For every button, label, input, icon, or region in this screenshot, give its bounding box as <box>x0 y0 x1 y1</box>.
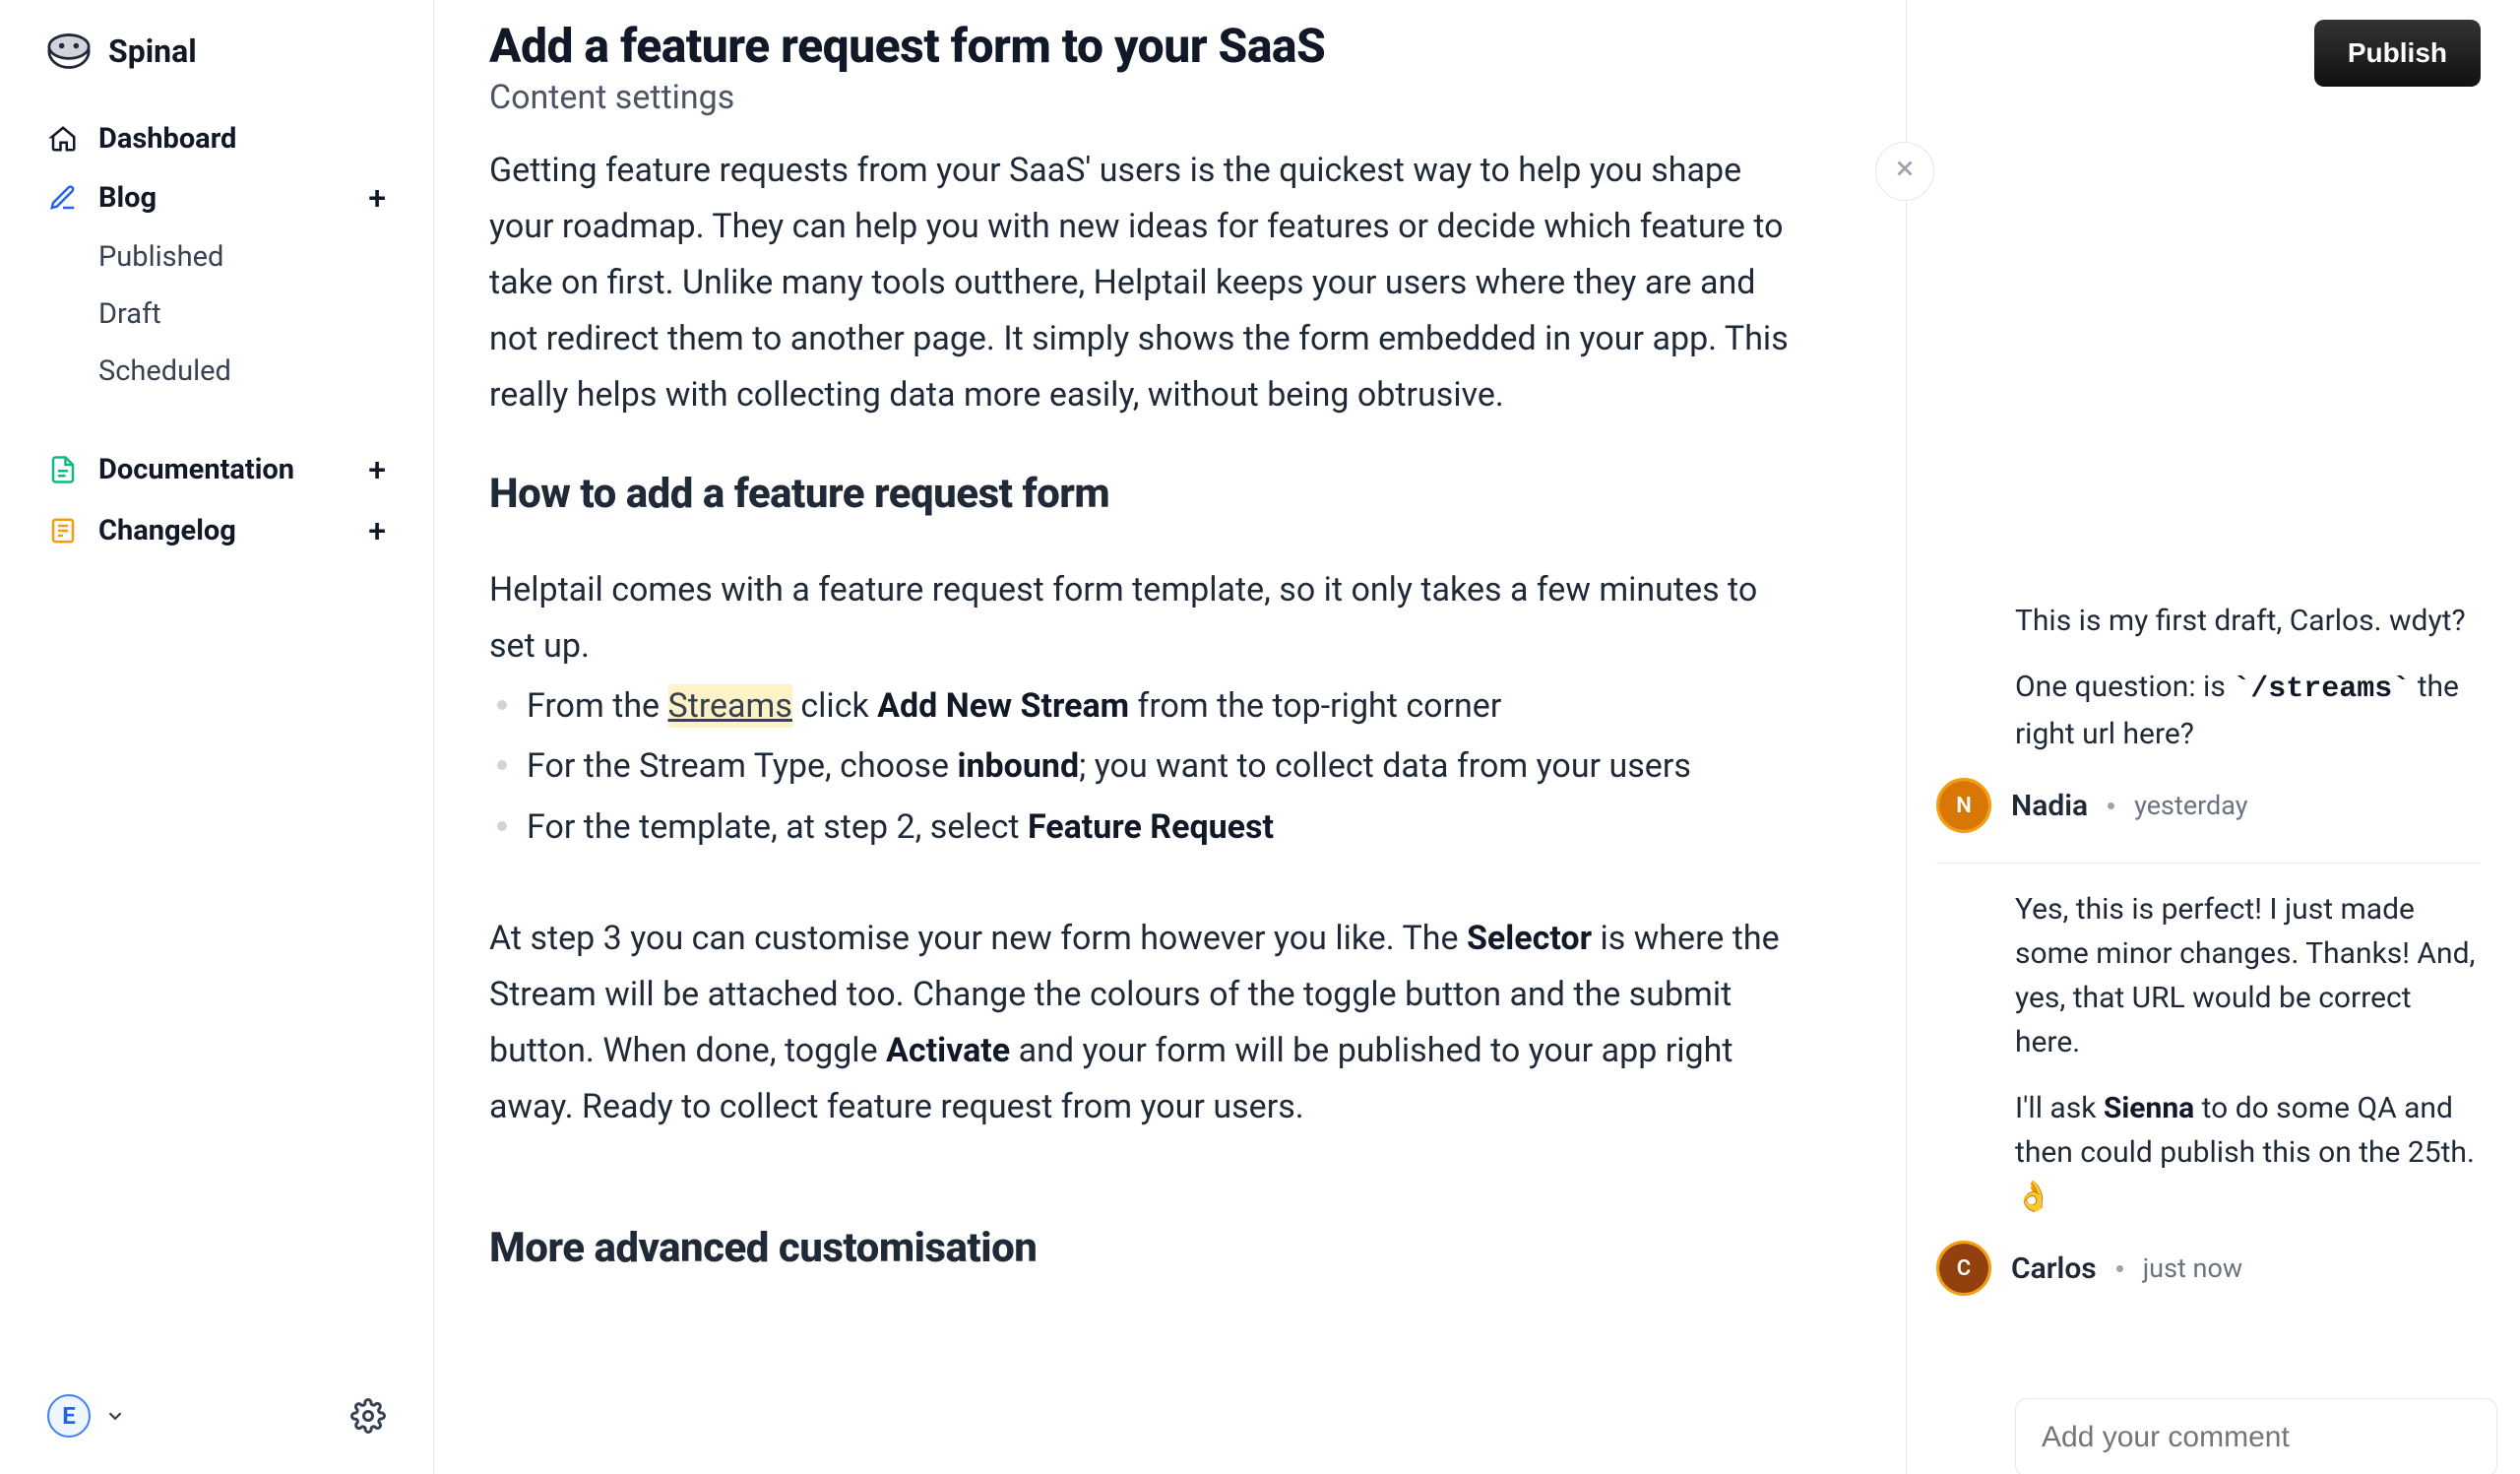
user-avatar: E <box>47 1394 91 1438</box>
plus-icon[interactable]: + <box>368 451 386 488</box>
sidebar-item-dashboard[interactable]: Dashboard <box>20 110 413 167</box>
comment-text: One question: is `/streams` the right ur… <box>2015 665 2481 756</box>
close-panel-button[interactable] <box>1875 142 1934 201</box>
sidebar-item-documentation[interactable]: Documentation + <box>20 439 413 500</box>
list-item[interactable]: For the Stream Type, choose inbound; you… <box>489 738 1811 795</box>
close-icon <box>1892 155 1918 189</box>
sidebar-subitem-draft[interactable]: Draft <box>20 286 413 343</box>
spinal-logo-icon <box>47 30 91 73</box>
publish-button[interactable]: Publish <box>2314 20 2481 87</box>
nav-label-dashboard: Dashboard <box>98 122 236 156</box>
nav-label-changelog: Changelog <box>98 514 236 547</box>
document-icon <box>47 454 79 485</box>
comment-author: Carlos <box>2011 1251 2097 1286</box>
dot-separator <box>2116 1265 2123 1272</box>
comment-author: Nadia <box>2011 789 2088 823</box>
comment-text: This is my first draft, Carlos. wdyt? <box>2015 599 2481 643</box>
document-title[interactable]: Add a feature request form to your SaaS <box>489 18 1811 74</box>
streams-link[interactable]: Streams <box>668 684 792 728</box>
editor-main: Add a feature request form to your SaaS … <box>434 0 1906 1474</box>
avatar: C <box>1936 1241 1991 1296</box>
nav-label-documentation: Documentation <box>98 453 294 486</box>
brand-name: Spinal <box>108 32 197 70</box>
edit-icon <box>47 182 79 214</box>
list-item[interactable]: From the Streams click Add New Stream fr… <box>489 678 1811 735</box>
user-menu[interactable]: E <box>47 1394 126 1438</box>
comment: This is my first draft, Carlos. wdyt? On… <box>1936 599 2481 864</box>
changelog-icon <box>47 515 79 546</box>
sidebar-item-changelog[interactable]: Changelog + <box>20 500 413 561</box>
plus-icon[interactable]: + <box>368 512 386 549</box>
list-item[interactable]: For the template, at step 2, select Feat… <box>489 800 1811 856</box>
comment-time: yesterday <box>2134 790 2247 821</box>
heading-how-to[interactable]: How to add a feature request form <box>489 460 1811 530</box>
dot-separator <box>2108 802 2114 809</box>
paragraph-template[interactable]: Helptail comes with a feature request fo… <box>489 562 1811 674</box>
sidebar-subitem-scheduled[interactable]: Scheduled <box>20 343 413 400</box>
sidebar-subitem-published[interactable]: Published <box>20 228 413 286</box>
settings-button[interactable] <box>350 1398 386 1434</box>
home-icon <box>47 123 79 155</box>
comment-text: I'll ask Sienna to do some QA and then c… <box>2015 1086 2481 1219</box>
document-subtitle[interactable]: Content settings <box>489 78 1811 117</box>
comment-text: Yes, this is perfect! I just made some m… <box>2015 887 2481 1064</box>
avatar: N <box>1936 778 1991 833</box>
nav-label-blog: Blog <box>98 181 157 215</box>
intro-paragraph[interactable]: Getting feature requests from your SaaS'… <box>489 143 1811 424</box>
sidebar-item-blog[interactable]: Blog + <box>20 167 413 228</box>
chevron-down-icon <box>104 1405 126 1427</box>
brand[interactable]: Spinal <box>20 30 413 110</box>
comment-input[interactable] <box>2015 1398 2497 1474</box>
gear-icon <box>350 1398 386 1434</box>
steps-list[interactable]: From the Streams click Add New Stream fr… <box>489 678 1811 855</box>
comment: Yes, this is perfect! I just made some m… <box>1936 887 2481 1325</box>
comment-time: just now <box>2143 1252 2242 1284</box>
paragraph-step3[interactable]: At step 3 you can customise your new for… <box>489 911 1811 1135</box>
sidebar: Spinal Dashboard Blog <box>0 0 433 1474</box>
comments-panel: Publish This is my first draft, Carlos. … <box>1907 0 2520 1474</box>
heading-advanced[interactable]: More advanced customisation <box>489 1214 1811 1284</box>
document-body[interactable]: Getting feature requests from your SaaS'… <box>489 143 1811 1284</box>
plus-icon[interactable]: + <box>368 179 386 217</box>
